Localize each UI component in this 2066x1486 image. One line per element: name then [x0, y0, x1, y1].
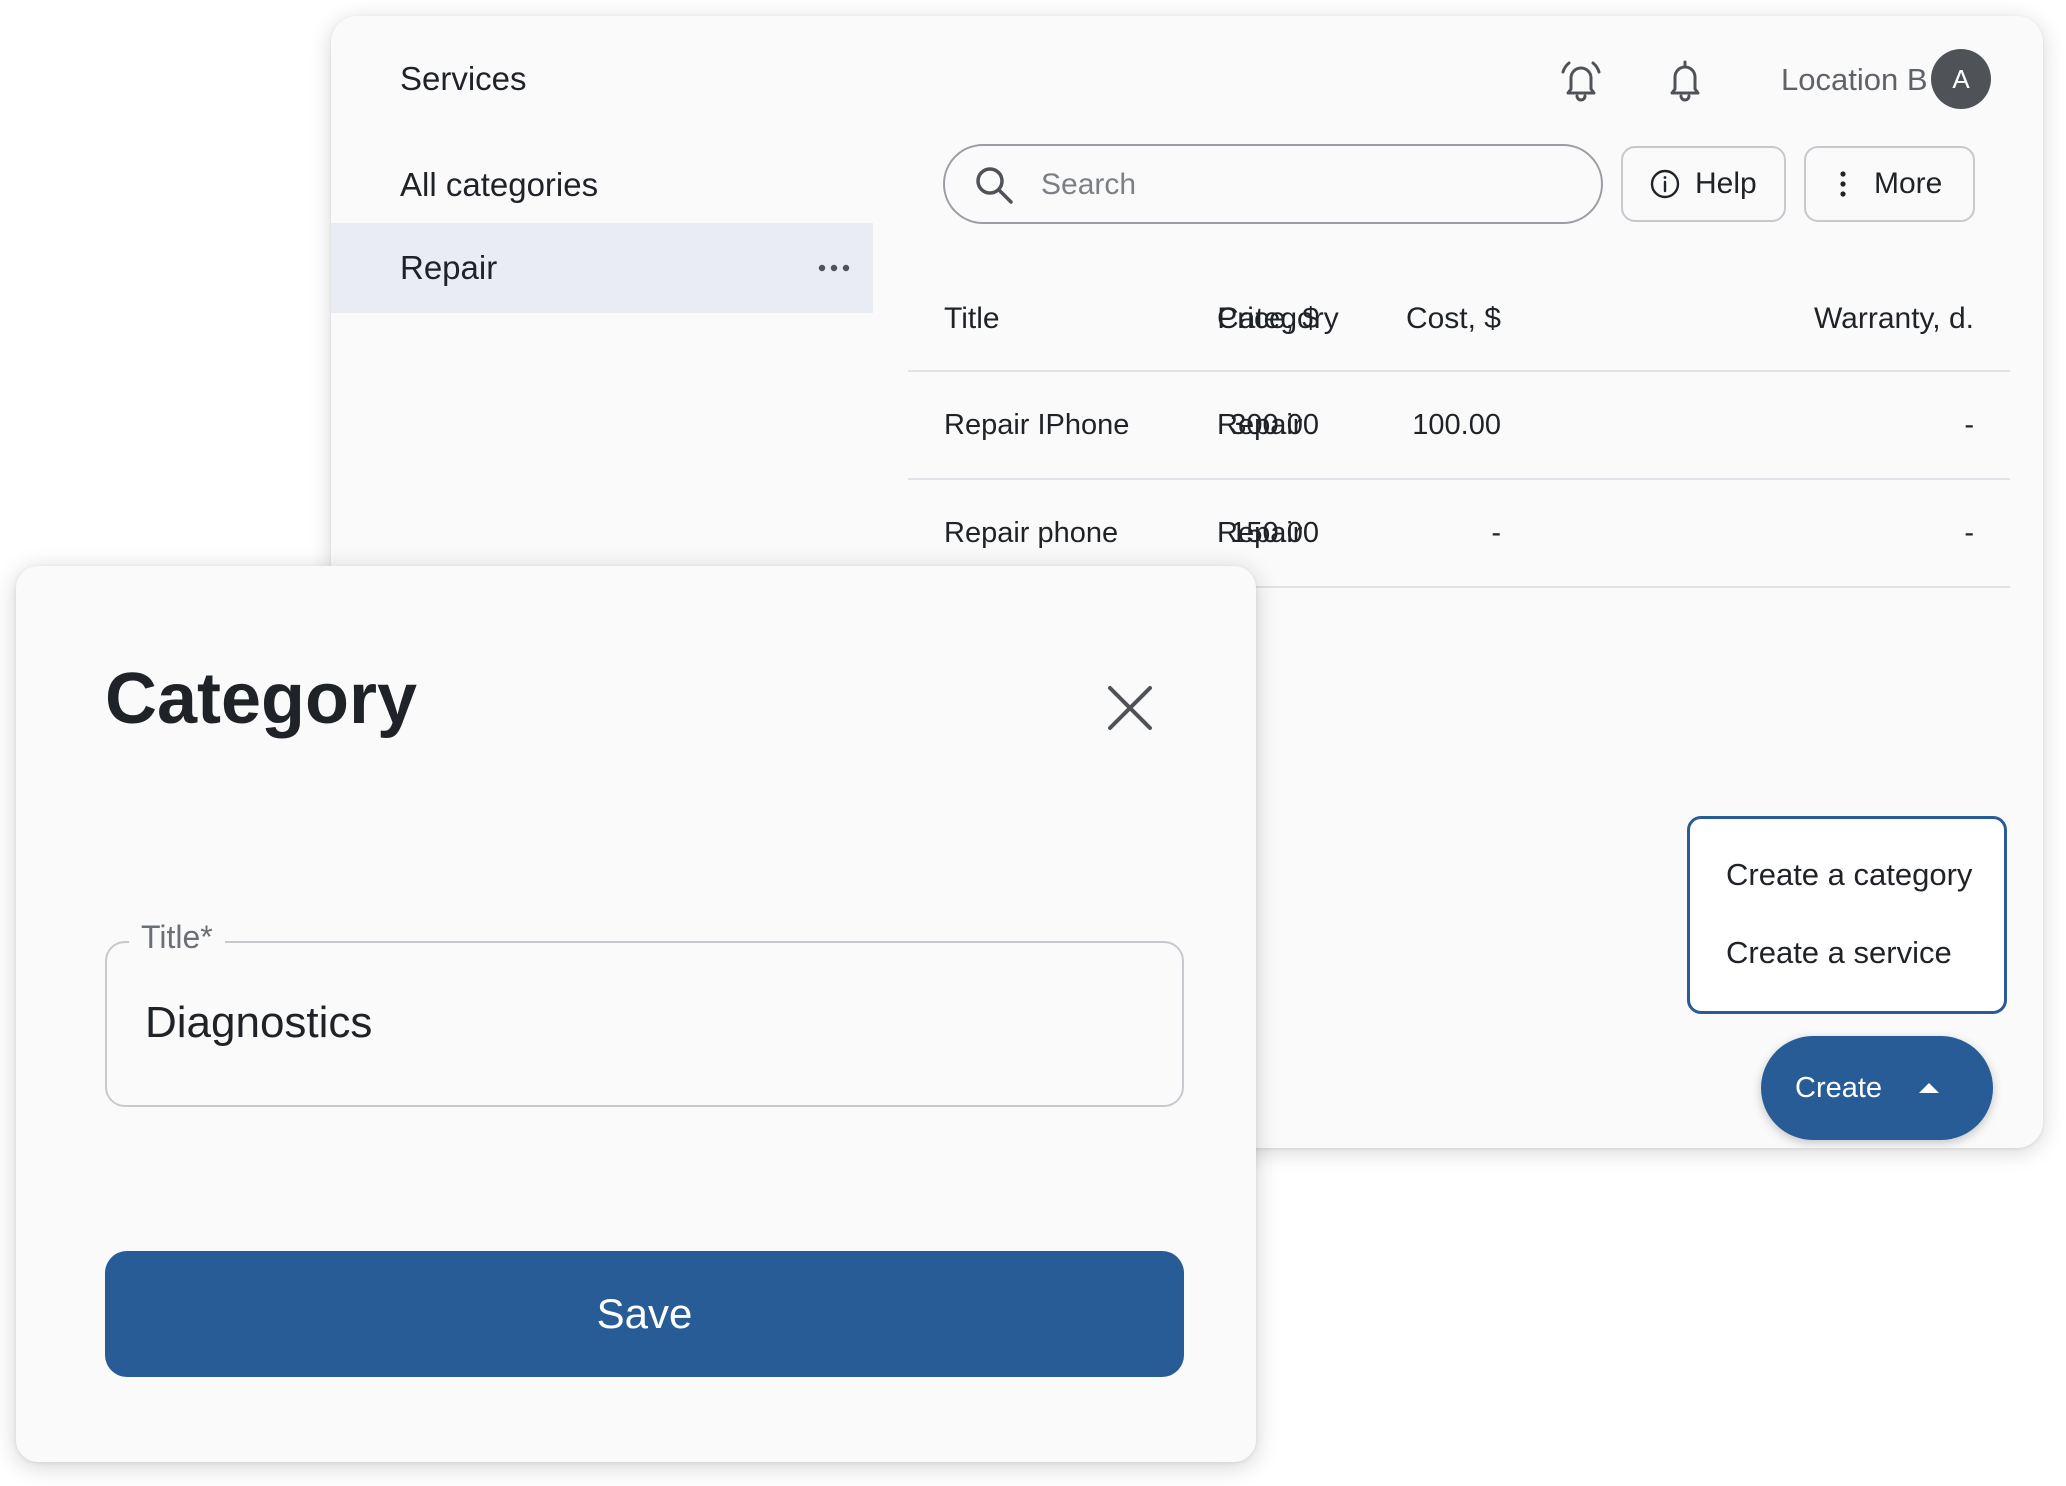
- bell-icon[interactable]: [1657, 52, 1713, 108]
- required-mark: *: [200, 919, 213, 955]
- create-button[interactable]: Create: [1761, 1036, 1993, 1140]
- help-button-label: Help: [1695, 167, 1757, 200]
- more-vertical-icon: [1840, 171, 1846, 197]
- cell-warranty: -: [1964, 516, 1974, 549]
- search-box[interactable]: [943, 144, 1603, 224]
- category-dialog: Category Title* Save: [16, 566, 1256, 1462]
- create-button-label: Create: [1795, 1071, 1883, 1104]
- alarm-bell-icon[interactable]: [1553, 52, 1609, 108]
- cell-price: 300.00: [1230, 408, 1319, 441]
- caret-up-icon: [1918, 1082, 1940, 1094]
- search-icon: [973, 164, 1015, 211]
- table-row[interactable]: Repair IPhone Repair 300.00 100.00 -: [908, 372, 2010, 480]
- column-header-warranty[interactable]: Warranty, d.: [1814, 268, 1974, 370]
- cell-warranty: -: [1964, 408, 1974, 441]
- column-header-title[interactable]: Title: [944, 268, 1000, 370]
- sidebar-item-repair[interactable]: Repair: [331, 223, 873, 313]
- title-input[interactable]: [145, 995, 1125, 1051]
- title-field[interactable]: Title*: [105, 919, 1184, 1107]
- info-icon: [1649, 168, 1681, 200]
- sidebar-item-all-categories[interactable]: All categories: [400, 166, 598, 204]
- menu-item-create-service[interactable]: Create a service: [1726, 935, 1952, 971]
- table-header-row: Title Category Price, $ Cost, $ Warranty…: [908, 268, 2010, 372]
- menu-item-create-category[interactable]: Create a category: [1726, 857, 1972, 893]
- cell-title: Repair IPhone: [944, 408, 1130, 441]
- save-button[interactable]: Save: [105, 1251, 1184, 1377]
- more-button-label: More: [1874, 167, 1943, 200]
- page-title: Services: [400, 60, 527, 97]
- more-button[interactable]: More: [1804, 146, 1975, 222]
- close-icon[interactable]: [1100, 678, 1160, 738]
- column-header-cost[interactable]: Cost, $: [1406, 268, 1501, 370]
- sidebar-item-label: Repair: [400, 249, 498, 286]
- cell-cost: 100.00: [1412, 408, 1501, 441]
- more-horizontal-icon[interactable]: [818, 254, 850, 274]
- create-dropdown-menu: Create a category Create a service: [1687, 816, 2007, 1014]
- search-input[interactable]: [1039, 164, 1563, 206]
- column-header-price[interactable]: Price, $: [1217, 268, 1319, 370]
- help-button[interactable]: Help: [1621, 146, 1786, 222]
- title-field-label: Title*: [129, 919, 225, 956]
- services-table: Title Category Price, $ Cost, $ Warranty…: [908, 268, 2010, 588]
- location-selector[interactable]: Location B: [1781, 62, 1928, 98]
- dialog-title: Category: [105, 659, 418, 739]
- avatar[interactable]: A: [1931, 49, 1991, 109]
- cell-cost: -: [1491, 516, 1501, 549]
